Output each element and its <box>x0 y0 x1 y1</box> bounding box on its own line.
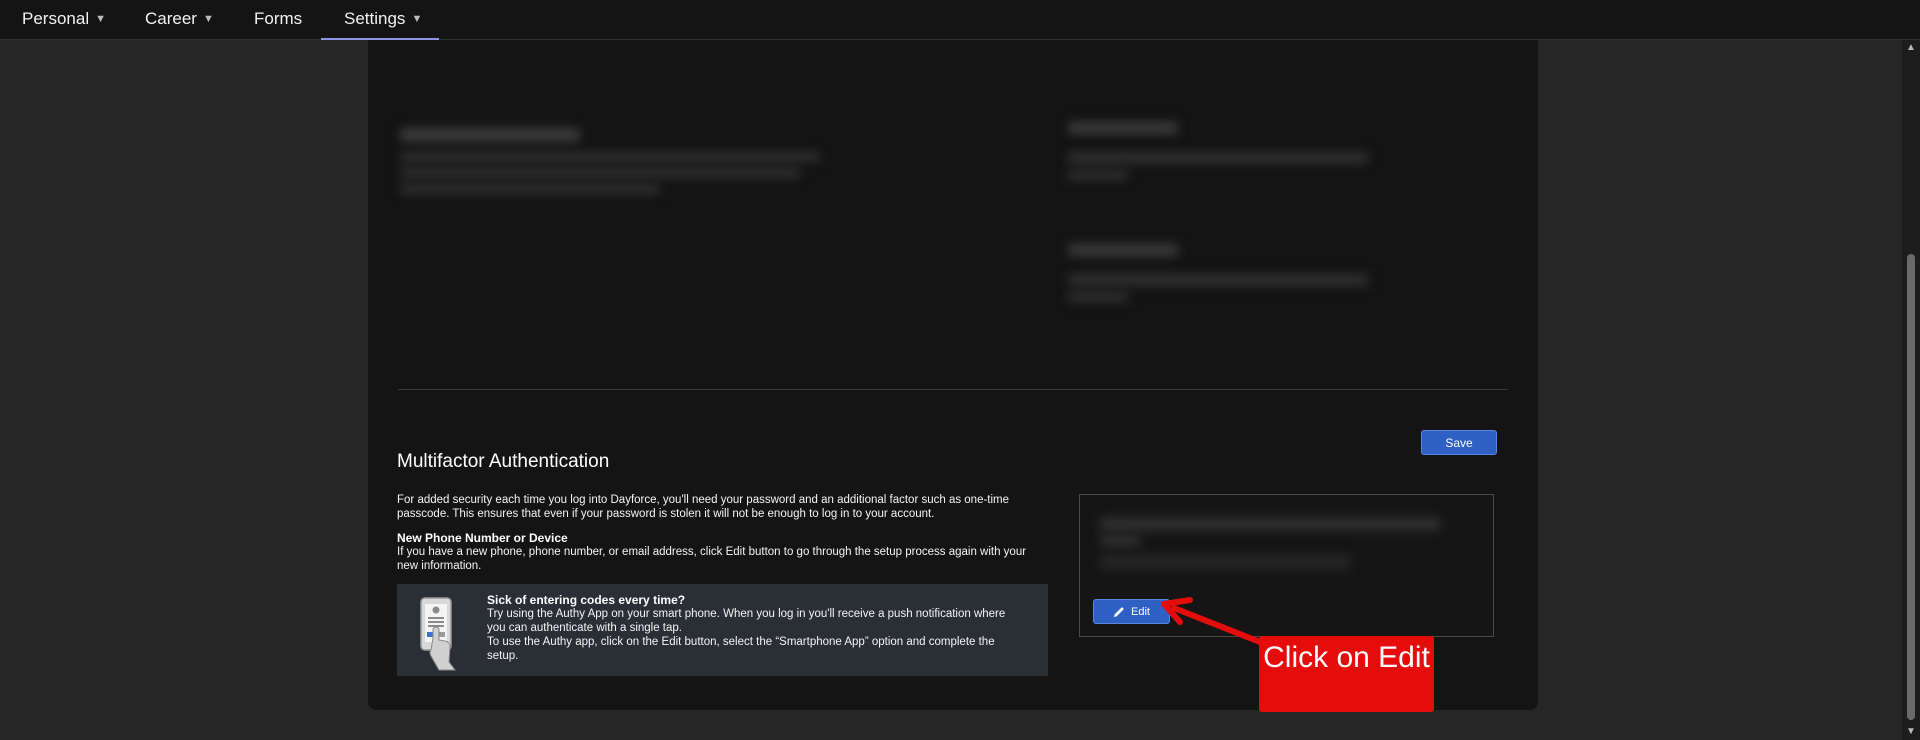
mfa-description: For added security each time you log int… <box>397 494 1010 520</box>
smartphone-tap-icon <box>420 597 456 671</box>
nav-settings[interactable]: Settings ▼ <box>321 0 439 40</box>
nav-settings-label: Settings <box>344 9 406 28</box>
vertical-scrollbar[interactable]: ▲ ▼ <box>1902 40 1920 740</box>
nav-career[interactable]: Career ▼ <box>145 0 214 40</box>
annotation-callout: Click on Edit <box>1259 636 1434 712</box>
settings-panel: Save Multifactor Authentication For adde… <box>368 40 1538 710</box>
section-title: Multifactor Authentication <box>397 451 610 472</box>
section-divider <box>398 389 1508 390</box>
redacted-heading <box>1068 244 1178 256</box>
edit-button[interactable]: Edit <box>1093 599 1170 624</box>
new-device-description: If you have a new phone, phone number, o… <box>397 546 1027 572</box>
mfa-method-card: Edit <box>1079 494 1494 637</box>
authy-tip-title: Sick of entering codes every time? <box>487 593 686 607</box>
redacted-text <box>1068 152 1368 164</box>
nav-career-label: Career <box>145 9 197 28</box>
redacted-text <box>400 184 660 194</box>
nav-personal-label: Personal <box>22 9 90 28</box>
nav-forms-label: Forms <box>254 9 303 28</box>
redacted-heading <box>1068 122 1178 134</box>
scrollbar-thumb[interactable] <box>1907 254 1915 720</box>
edit-button-label: Edit <box>1131 605 1150 618</box>
caret-down-icon: ▼ <box>202 13 214 25</box>
redacted-method-info <box>1100 535 1140 547</box>
new-device-heading: New Phone Number or Device <box>397 531 568 545</box>
redacted-text <box>400 152 820 162</box>
nav-forms[interactable]: Forms <box>254 0 302 40</box>
pencil-icon <box>1114 606 1124 617</box>
redacted-text <box>1068 274 1368 286</box>
redacted-text <box>400 168 800 178</box>
authy-tip-box: Sick of entering codes every time? Try u… <box>397 584 1048 676</box>
top-navigation-bar: Personal ▼ Career ▼ Forms Settings ▼ <box>0 0 1920 40</box>
authy-tip-line-1: Try using the Authy App on your smart ph… <box>487 608 1006 634</box>
caret-down-icon: ▼ <box>411 13 423 25</box>
caret-down-icon: ▼ <box>95 13 106 25</box>
save-button[interactable]: Save <box>1421 430 1497 455</box>
authy-tip-text: Try using the Authy App on your smart ph… <box>487 607 1027 663</box>
redacted-text <box>1068 170 1128 180</box>
authy-tip-line-2: To use the Authy app, click on the Edit … <box>487 636 995 662</box>
nav-personal[interactable]: Personal ▼ <box>22 0 106 40</box>
redacted-text <box>1068 292 1128 302</box>
scroll-up-arrow-icon[interactable]: ▲ <box>1902 42 1920 54</box>
scroll-down-arrow-icon[interactable]: ▼ <box>1902 726 1920 738</box>
redacted-heading <box>400 128 580 142</box>
redacted-method-info <box>1100 555 1350 569</box>
redacted-method-info <box>1100 517 1440 531</box>
